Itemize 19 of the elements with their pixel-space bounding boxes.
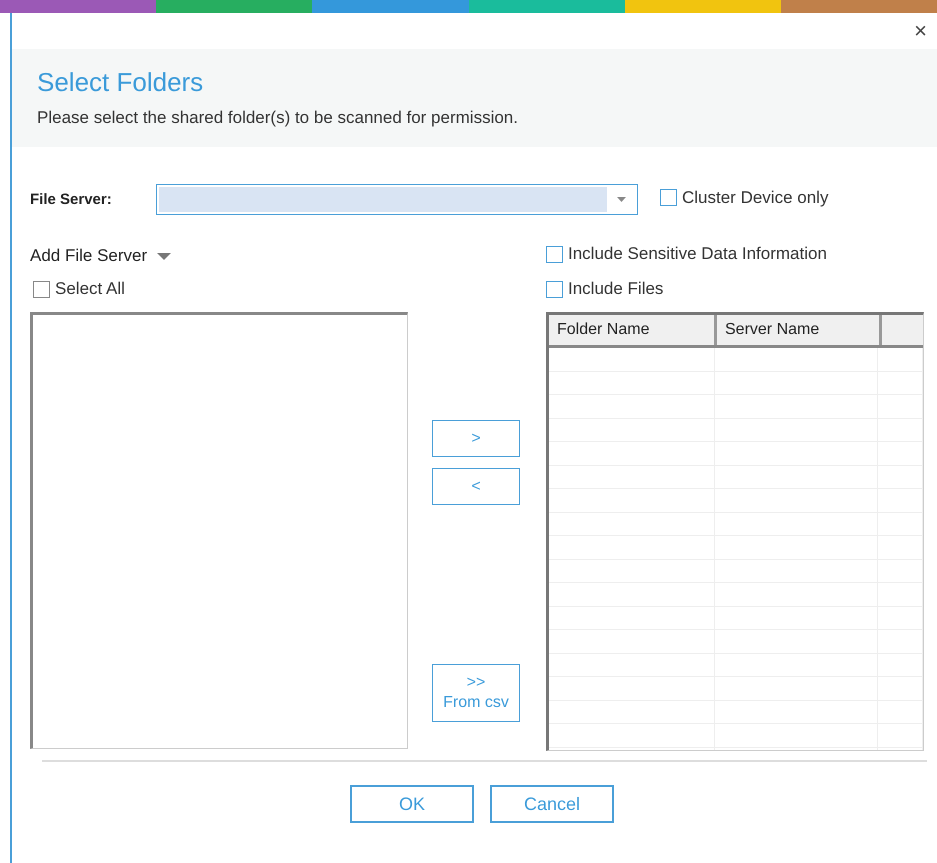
field-label: File Server: <box>30 191 113 208</box>
checkbox[interactable] <box>660 189 677 206</box>
checkbox-label[interactable]: Select All <box>55 279 125 300</box>
checkbox[interactable] <box>546 246 563 263</box>
file-server-dropdown[interactable] <box>156 184 638 215</box>
dialog-title: Select Folders <box>37 67 204 98</box>
checkbox-label[interactable]: Include Sensitive Data Information <box>568 244 827 264</box>
column-header <box>882 315 923 345</box>
dialog-subtitle: Please select the shared folder(s) to be scanned for permission. <box>37 108 518 128</box>
column-header[interactable]: Folder Name <box>549 315 717 345</box>
checkbox[interactable] <box>33 280 50 298</box>
add-file-server-menu[interactable]: Add File Server <box>30 246 172 266</box>
checkbox-label[interactable]: Cluster Device only <box>682 188 828 208</box>
checkbox[interactable] <box>546 280 563 298</box>
caret-icon <box>157 252 172 260</box>
checkbox-label[interactable]: Include Files <box>568 279 664 300</box>
close-button[interactable]: × <box>910 20 931 42</box>
caret-icon <box>616 197 626 202</box>
column-header[interactable]: Server Name <box>717 315 882 345</box>
